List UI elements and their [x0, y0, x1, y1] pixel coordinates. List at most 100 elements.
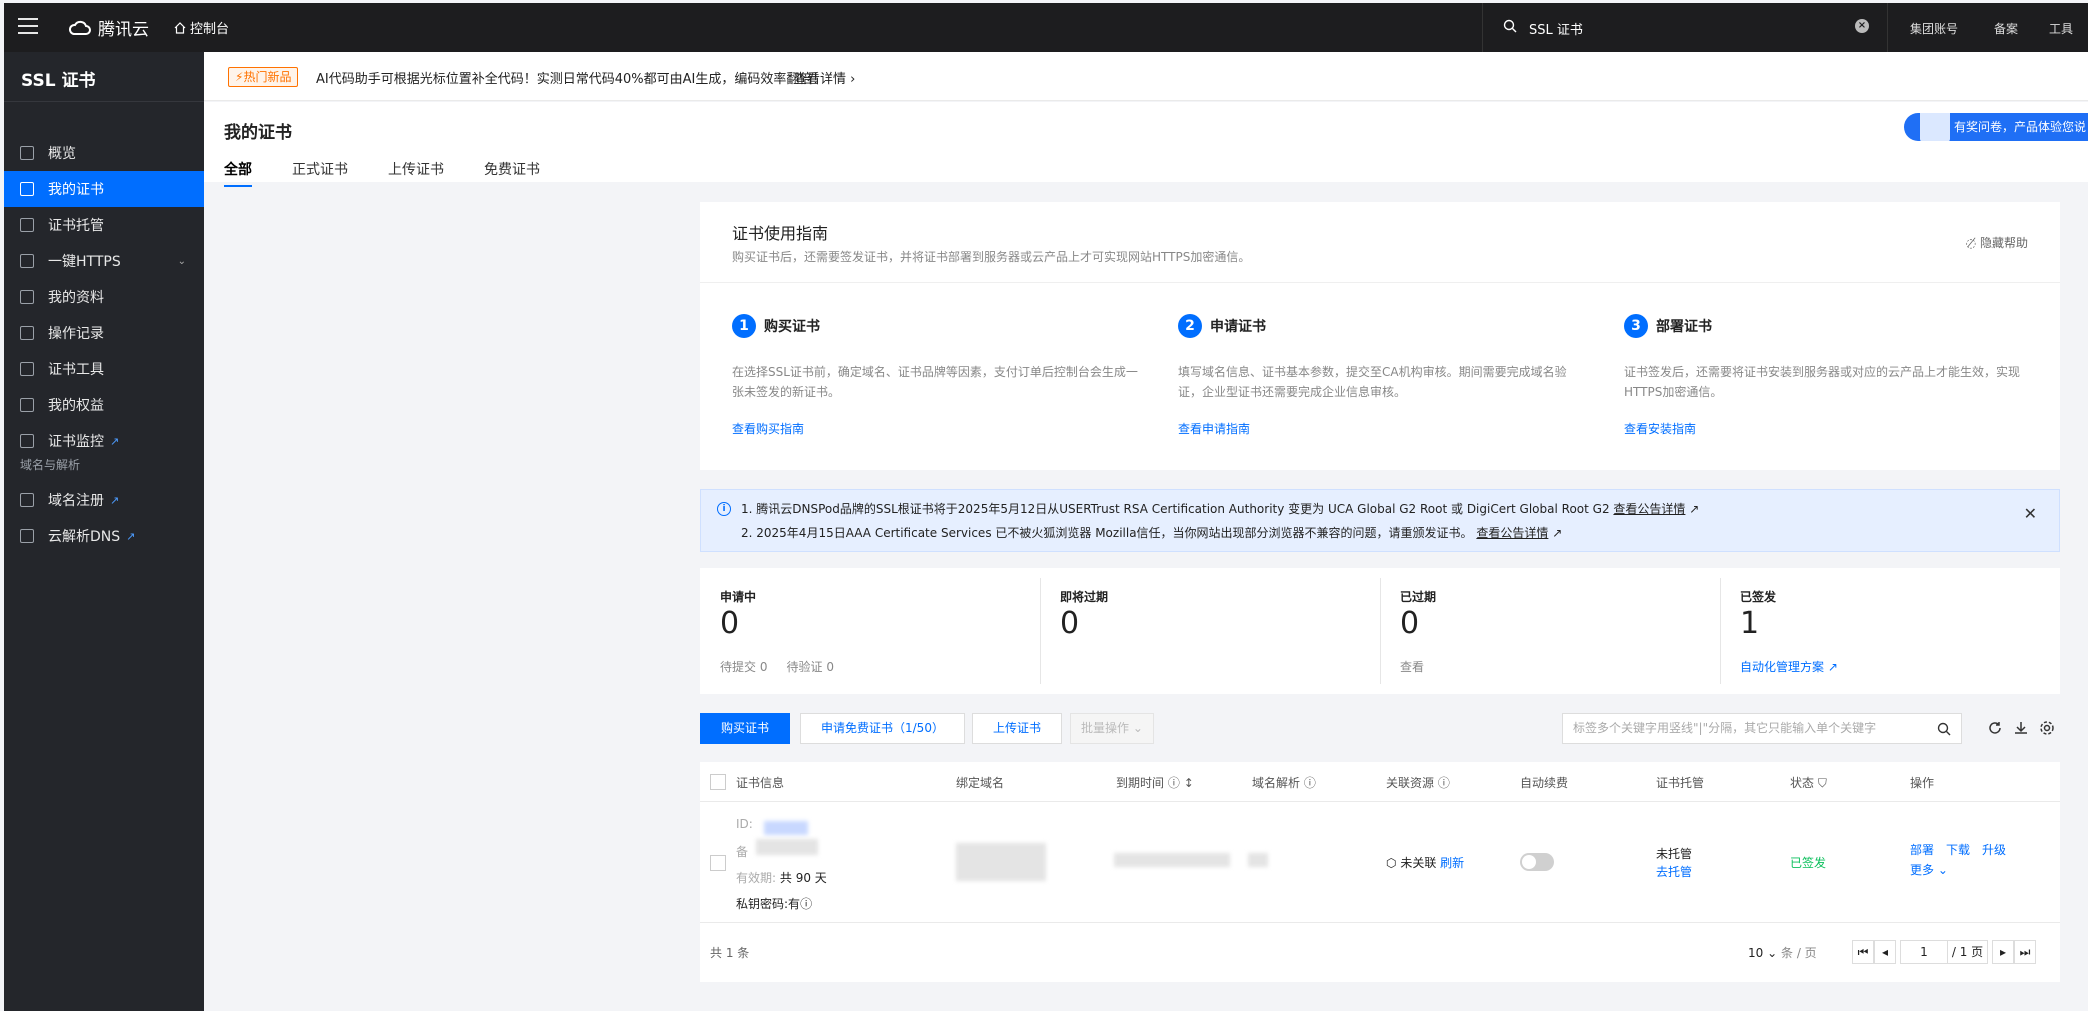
deploy-link[interactable]: 部署 [1910, 841, 1934, 858]
console-link[interactable]: 控制台 [174, 18, 229, 37]
select-all-checkbox[interactable] [710, 774, 726, 790]
monitor-icon [20, 434, 34, 448]
pending-submit-count[interactable]: 待提交 0 [720, 660, 767, 674]
step-description: 在选择SSL证书前，确定域名、证书品牌等因素，支付订单后控制台会生成一张未签发的… [732, 365, 1138, 399]
sidebar-item-hosting[interactable]: 证书托管 [4, 207, 204, 243]
eye-off-icon: ◌̸ [1965, 236, 1977, 250]
first-page-button[interactable]: ⏮ [1852, 940, 1874, 964]
tab-uploaded[interactable]: 上传证书 [388, 159, 444, 187]
sidebar-item-monitoring[interactable]: 证书监控 ↗ [4, 423, 204, 459]
promo-notice-bar: ⚡热门新品 AI代码助手可根据光标位置补全代码！实测日常代码40%都可由AI生成… [204, 52, 2088, 101]
survey-button[interactable]: 有奖问卷，产品体验您说 [1904, 113, 2088, 141]
survey-doc-icon [1920, 113, 1950, 141]
refresh-resources-link[interactable]: 刷新 [1440, 856, 1464, 870]
clear-search-icon[interactable]: × [1855, 19, 1869, 33]
announcement-details-link[interactable]: 查看公告详情 [1476, 526, 1548, 540]
domain-icon [20, 493, 34, 507]
page-size-select[interactable]: 10 ⌄ 条 / 页 [1748, 944, 1817, 961]
external-link-icon: ↗ [1827, 660, 1838, 674]
sidebar-item-cert-tools[interactable]: 证书工具 [4, 351, 204, 387]
tab-official[interactable]: 正式证书 [292, 159, 348, 187]
buy-certificate-button[interactable]: 购买证书 [700, 713, 791, 744]
download-icon[interactable] [2012, 719, 2030, 737]
sidebar-item-my-certificates[interactable]: 我的证书 [4, 171, 204, 207]
stat-label: 申请中 [720, 590, 757, 604]
settings-gear-icon[interactable] [2038, 719, 2056, 737]
filing-link[interactable]: 备案 [1994, 20, 2018, 37]
automation-link[interactable]: 自动化管理方案 ↗ [1740, 658, 1838, 675]
pending-verify-count[interactable]: 待验证 0 [787, 660, 834, 674]
column-label: 域名解析 [1252, 776, 1301, 790]
auto-renew-toggle[interactable] [1520, 853, 1554, 871]
home-icon [174, 21, 186, 34]
column-status[interactable]: 状态 ⛉ [1790, 774, 1827, 791]
search-icon[interactable] [1937, 722, 1951, 736]
table-search-input[interactable]: 标签多个关键字用竖线"|"分隔，其它只能输入单个关键字 [1562, 713, 1962, 744]
batch-operation-dropdown[interactable]: 批量操作 ⌄ [1070, 713, 1154, 744]
sidebar-item-label: 我的证书 [48, 182, 104, 198]
upload-certificate-button[interactable]: 上传证书 [972, 713, 1063, 744]
more-actions-dropdown[interactable]: 更多 ⌄ [1910, 861, 1948, 878]
download-link[interactable]: 下载 [1946, 841, 1970, 858]
tools-link[interactable]: 工具 [2049, 20, 2073, 37]
validity-value: 共 90 天 [779, 871, 827, 885]
info-icon[interactable]: ⓘ [800, 897, 812, 911]
table-header: 证书信息 绑定域名 到期时间 ⓘ ↕ 域名解析 ⓘ 关联资源 ⓘ 自动续费 证书… [700, 762, 2060, 802]
tab-all[interactable]: 全部 [224, 159, 252, 187]
external-link-icon: ↗ [110, 493, 120, 507]
go-hosting-link[interactable]: 去托管 [1656, 863, 1692, 880]
brand-name: 腾讯云 [98, 20, 149, 40]
buy-guide-link[interactable]: 查看购买指南 [732, 420, 804, 437]
resource-status: 未关联 [1400, 856, 1437, 870]
column-dns: 域名解析 ⓘ [1252, 774, 1316, 791]
sidebar-item-operation-log[interactable]: 操作记录 [4, 315, 204, 351]
upgrade-link[interactable]: 升级 [1982, 841, 2006, 858]
table-row: ID: 备 有效期: 共 90 天 私钥密码:有ⓘ ⬡ 未关联 刷新 未托管 去… [700, 803, 2060, 923]
sidebar-item-overview[interactable]: 概览 [4, 135, 204, 171]
column-expiry[interactable]: 到期时间 ⓘ ↕ [1116, 774, 1194, 791]
info-icon: ⓘ [1167, 776, 1180, 790]
prev-page-button[interactable]: ◂ [1874, 940, 1896, 964]
column-hosting: 证书托管 [1656, 776, 1705, 790]
guide-step-buy: 1 购买证书 在选择SSL证书前，确定域名、证书品牌等因素，支付订单后控制台会生成… [732, 314, 1142, 437]
stat-sub: 待提交 0 待验证 0 [720, 658, 834, 675]
sort-icon: ↕ [1183, 776, 1194, 790]
tencent-cloud-logo[interactable]: 腾讯云 [68, 15, 149, 40]
next-page-button[interactable]: ▸ [1992, 940, 2014, 964]
stat-value: 0 [720, 606, 740, 641]
chevron-right-icon: › [850, 72, 856, 87]
page-input[interactable]: 1 [1900, 940, 1948, 964]
more-label: 更多 [1910, 863, 1935, 877]
refresh-icon[interactable] [1986, 719, 2004, 737]
global-search[interactable]: SSL 证书 × [1482, 3, 1888, 52]
stat-expiring[interactable]: 即将过期 0 [1040, 568, 1380, 694]
tab-free[interactable]: 免费证书 [484, 159, 540, 187]
chevron-down-icon: ⌄ [177, 255, 186, 267]
sidebar-item-https[interactable]: 一键HTTPS ⌄ [4, 243, 204, 279]
cert-note-redacted [756, 839, 818, 855]
external-link-icon: ↗ [126, 529, 136, 543]
group-account-link[interactable]: 集团账号 [1910, 20, 1958, 37]
stat-applying: 申请中 0 待提交 0 待验证 0 [700, 568, 1040, 694]
install-guide-link[interactable]: 查看安装指南 [1624, 420, 1696, 437]
search-input[interactable]: SSL 证书 [1529, 19, 1583, 38]
view-expired-link[interactable]: 查看 [1400, 658, 1424, 675]
sidebar-item-my-data[interactable]: 我的资料 [4, 279, 204, 315]
tool-icon [20, 362, 34, 376]
apply-free-certificate-button[interactable]: 申请免费证书（1/50） [800, 713, 965, 744]
close-icon[interactable]: ✕ [2024, 504, 2037, 523]
stat-expired: 已过期 0 查看 [1380, 568, 1720, 694]
last-page-button[interactable]: ⏭ [2014, 940, 2036, 964]
promo-details-link[interactable]: 查看详情 › [794, 68, 855, 87]
sidebar-item-benefits[interactable]: 我的权益 [4, 387, 204, 423]
sidebar-item-dns[interactable]: 云解析DNS ↗ [4, 518, 204, 554]
hide-help-button[interactable]: ◌̸ 隐藏帮助 [1966, 234, 2028, 251]
sidebar-item-label: 概览 [48, 146, 76, 162]
row-checkbox[interactable] [710, 855, 726, 871]
apply-guide-link[interactable]: 查看申请指南 [1178, 420, 1250, 437]
announcement-details-link[interactable]: 查看公告详情 [1613, 502, 1685, 516]
log-icon [20, 326, 34, 340]
sidebar-item-domain-registration[interactable]: 域名注册 ↗ [4, 482, 204, 518]
step-description: 填写域名信息、证书基本参数，提交至CA机构审核。期间需要完成域名验证，企业型证书… [1178, 365, 1567, 399]
hamburger-menu-icon[interactable] [18, 18, 38, 36]
